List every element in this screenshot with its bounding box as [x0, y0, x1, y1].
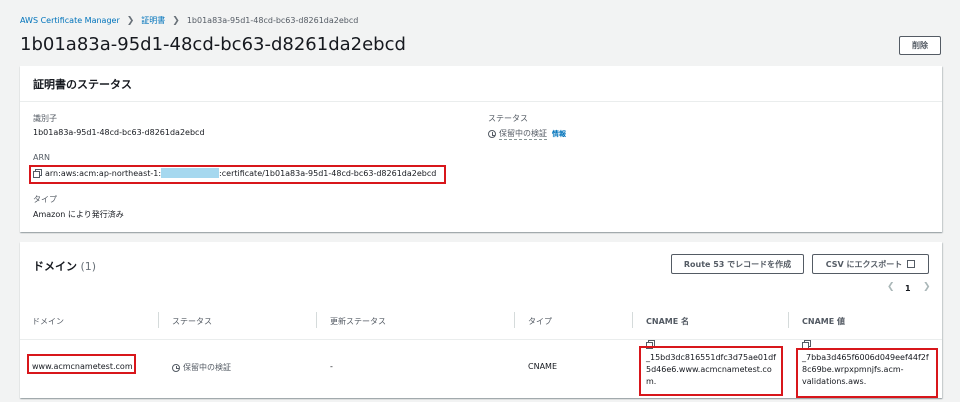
- column-header-type[interactable]: タイプ: [528, 316, 552, 327]
- column-header-cname-value[interactable]: CNAME 値: [802, 316, 845, 327]
- certificate-status-panel: 証明書のステータス 識別子 1b01a83a-95d1-48cd-bc63-d8…: [20, 66, 942, 232]
- clock-icon: [172, 363, 180, 372]
- domains-count: (1): [80, 260, 97, 273]
- page-title: 1b01a83a-95d1-48cd-bc63-d8261da2ebcd: [20, 34, 406, 55]
- create-route53-records-button[interactable]: Route 53 でレコードを作成: [671, 254, 804, 274]
- column-header-domain[interactable]: ドメイン: [32, 316, 64, 327]
- column-divider: [316, 312, 317, 328]
- domains-panel-title: ドメイン (1): [33, 258, 96, 274]
- type-value: Amazon により発行済み: [33, 210, 124, 219]
- arn-highlight-box: [29, 165, 446, 184]
- info-link[interactable]: 情報: [552, 129, 566, 139]
- delete-button[interactable]: 削除: [899, 36, 941, 55]
- cname-name-highlight-box: [639, 346, 783, 396]
- column-divider: [514, 312, 515, 328]
- domains-title: ドメイン: [33, 260, 77, 273]
- breadcrumb-current: 1b01a83a-95d1-48cd-bc63-d8261da2ebcd: [186, 16, 359, 25]
- type-cell: CNAME: [528, 362, 557, 371]
- column-header-status[interactable]: ステータス: [172, 316, 212, 327]
- status-label: ステータス: [488, 114, 528, 123]
- next-page-button[interactable]: ❯: [923, 282, 931, 292]
- status-panel-title: 証明書のステータス: [20, 66, 942, 102]
- breadcrumb: AWS Certificate Manager ❯ 証明書 ❯ 1b01a83a…: [20, 15, 358, 26]
- domain-status-cell: 保留中の検証: [172, 362, 231, 373]
- breadcrumb-acm-link[interactable]: AWS Certificate Manager: [20, 16, 120, 25]
- column-divider: [158, 312, 159, 328]
- page-number[interactable]: 1: [905, 284, 911, 293]
- export-csv-label: CSV にエクスポート: [825, 259, 903, 269]
- arn-label: ARN: [33, 153, 51, 162]
- column-divider: [788, 312, 789, 328]
- domain-highlight-box: [27, 354, 136, 374]
- type-label: タイプ: [33, 195, 57, 204]
- cname-value-highlight-box: [796, 348, 938, 398]
- column-header-renewal-status[interactable]: 更新ステータス: [330, 316, 386, 327]
- prev-page-button[interactable]: ❮: [887, 282, 895, 292]
- clock-icon: [488, 130, 496, 138]
- domain-status-value: 保留中の検証: [183, 363, 231, 372]
- identifier-value: 1b01a83a-95d1-48cd-bc63-d8261da2ebcd: [33, 128, 205, 137]
- status-indicator: 保留中の検証 情報: [488, 128, 566, 140]
- download-icon: [907, 260, 916, 268]
- renewal-status-cell: -: [330, 362, 333, 371]
- chevron-right-icon: ❯: [172, 15, 180, 26]
- column-divider: [632, 312, 633, 328]
- export-csv-button[interactable]: CSV にエクスポート: [812, 254, 929, 274]
- chevron-right-icon: ❯: [126, 15, 135, 26]
- column-header-cname-name[interactable]: CNAME 名: [646, 316, 689, 327]
- breadcrumb-certificates-link[interactable]: 証明書: [141, 15, 165, 26]
- identifier-label: 識別子: [33, 114, 57, 123]
- copy-icon[interactable]: [802, 340, 811, 349]
- status-value: 保留中の検証: [499, 129, 547, 140]
